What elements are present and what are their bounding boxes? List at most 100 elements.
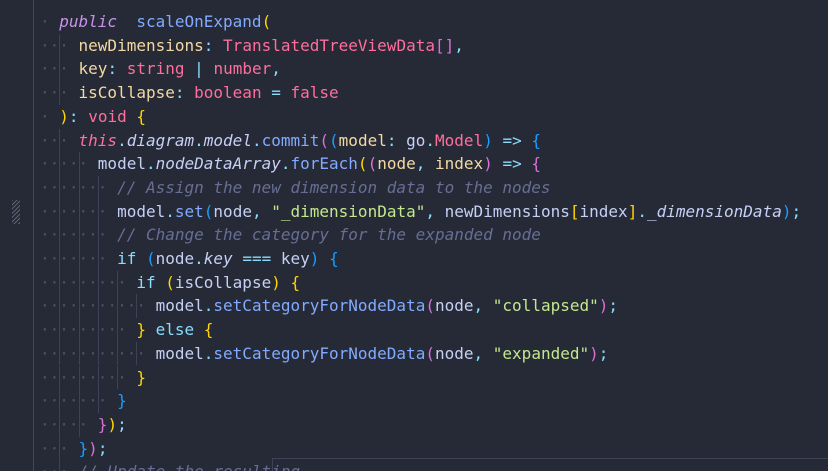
code-token: ) bbox=[483, 154, 493, 174]
code-token: ) bbox=[309, 249, 320, 268]
code-token: Model bbox=[435, 130, 484, 150]
code-line[interactable]: ····· model.nodeDataArray.forEach((node,… bbox=[40, 152, 541, 176]
code-line[interactable]: ··· // Update the resulting bbox=[40, 460, 300, 471]
indent-whitespace: ······· bbox=[40, 249, 118, 268]
code-line[interactable]: ··· this.diagram.model.commit((model: go… bbox=[40, 129, 541, 153]
indent-whitespace: ····· bbox=[40, 154, 98, 174]
code-token: key bbox=[78, 59, 108, 79]
code-line[interactable]: ······· } bbox=[40, 389, 127, 413]
gutter-border bbox=[33, 0, 34, 471]
code-token: ( bbox=[425, 343, 435, 363]
fold-indicator-icon[interactable] bbox=[12, 200, 20, 224]
code-token: key bbox=[203, 249, 233, 268]
code-token: commit bbox=[261, 130, 320, 150]
code-token: model bbox=[155, 296, 204, 316]
code-line[interactable]: · public scaleOnExpand( bbox=[40, 10, 271, 34]
indent-whitespace: ··· bbox=[40, 462, 79, 471]
code-line[interactable]: ········· } else { bbox=[40, 318, 213, 342]
code-token: , bbox=[425, 201, 435, 221]
indent-whitespace: ··· bbox=[40, 83, 79, 103]
code-token: "expanded" bbox=[492, 343, 590, 363]
code-line[interactable]: ······· if (node.key === key) { bbox=[40, 247, 339, 271]
code-token: [ bbox=[569, 201, 580, 221]
code-token: ( bbox=[329, 130, 339, 150]
code-token: node bbox=[434, 343, 474, 363]
code-token: else bbox=[155, 320, 195, 340]
code-token: false bbox=[290, 83, 339, 103]
code-token: { bbox=[531, 130, 542, 150]
indent-whitespace: ··········· bbox=[40, 296, 156, 316]
code-line[interactable]: ··· key: string | number, bbox=[40, 57, 281, 81]
code-line[interactable]: ··········· model.setCategoryForNodeData… bbox=[40, 342, 608, 366]
code-line[interactable]: ··· isCollapse: boolean = false bbox=[40, 81, 339, 105]
code-line[interactable]: ··· }); bbox=[40, 437, 107, 461]
code-line[interactable]: ··· newDimensions: TranslatedTreeViewDat… bbox=[40, 34, 464, 58]
code-line[interactable]: ········· if (isCollapse) { bbox=[40, 271, 300, 295]
code-token: , bbox=[251, 201, 262, 221]
code-token: ( bbox=[203, 201, 214, 221]
code-token: . bbox=[194, 249, 204, 268]
code-token: : bbox=[68, 106, 79, 126]
indent-whitespace: · bbox=[40, 12, 60, 31]
code-line[interactable]: ······· model.set(node, "_dimensionData"… bbox=[40, 200, 801, 224]
code-token: } bbox=[97, 414, 108, 434]
code-token: { bbox=[136, 106, 146, 126]
code-token: ] bbox=[627, 201, 638, 221]
code-token: void bbox=[88, 106, 127, 126]
code-token: { bbox=[203, 320, 214, 340]
code-line[interactable]: ··········· model.setCategoryForNodeData… bbox=[40, 294, 618, 318]
code-token: forEach bbox=[290, 154, 358, 174]
code-token: ; bbox=[791, 201, 802, 221]
code-token: , bbox=[415, 154, 426, 174]
code-token: ) bbox=[271, 272, 281, 292]
code-token: if bbox=[117, 249, 137, 268]
code-token: index bbox=[435, 154, 484, 174]
code-token: . bbox=[194, 130, 204, 150]
code-token: ) bbox=[59, 106, 69, 126]
code-token: "collapsed" bbox=[492, 296, 599, 316]
code-line[interactable]: ······· // Assign the new dimension data… bbox=[40, 176, 551, 200]
code-token: TranslatedTreeViewData bbox=[223, 35, 435, 55]
code-line[interactable]: ····· }); bbox=[40, 413, 127, 437]
code-token: , bbox=[271, 59, 281, 79]
code-token: ) bbox=[589, 343, 599, 363]
code-editor[interactable]: · public scaleOnExpand(··· newDimensions… bbox=[0, 0, 828, 471]
code-token: . bbox=[251, 130, 262, 150]
code-token: : bbox=[107, 59, 118, 79]
code-token: model bbox=[203, 130, 252, 150]
code-token: ) bbox=[598, 296, 609, 316]
code-token: key bbox=[280, 249, 310, 268]
code-token: // Update the resulting bbox=[79, 462, 301, 471]
code-token: // Change the category for the expanded … bbox=[117, 225, 541, 245]
code-token: go bbox=[406, 130, 426, 150]
code-token: ) bbox=[107, 414, 118, 434]
code-line[interactable]: ········· } bbox=[40, 366, 146, 390]
indent-whitespace: ··· bbox=[40, 438, 79, 458]
code-token: = bbox=[271, 83, 281, 103]
code-token: model bbox=[117, 201, 166, 221]
code-token: model bbox=[155, 343, 204, 363]
indent-whitespace: ······· bbox=[40, 225, 118, 245]
indent-whitespace: ······· bbox=[40, 177, 118, 197]
code-token: ( bbox=[367, 154, 378, 174]
code-line[interactable]: ······· // Change the category for the e… bbox=[40, 223, 541, 247]
code-token: isCollapse bbox=[78, 83, 175, 103]
code-token: } bbox=[136, 367, 146, 387]
code-line[interactable]: · ): void { bbox=[40, 105, 146, 129]
code-token: model bbox=[97, 154, 146, 174]
code-token: . bbox=[637, 201, 647, 221]
